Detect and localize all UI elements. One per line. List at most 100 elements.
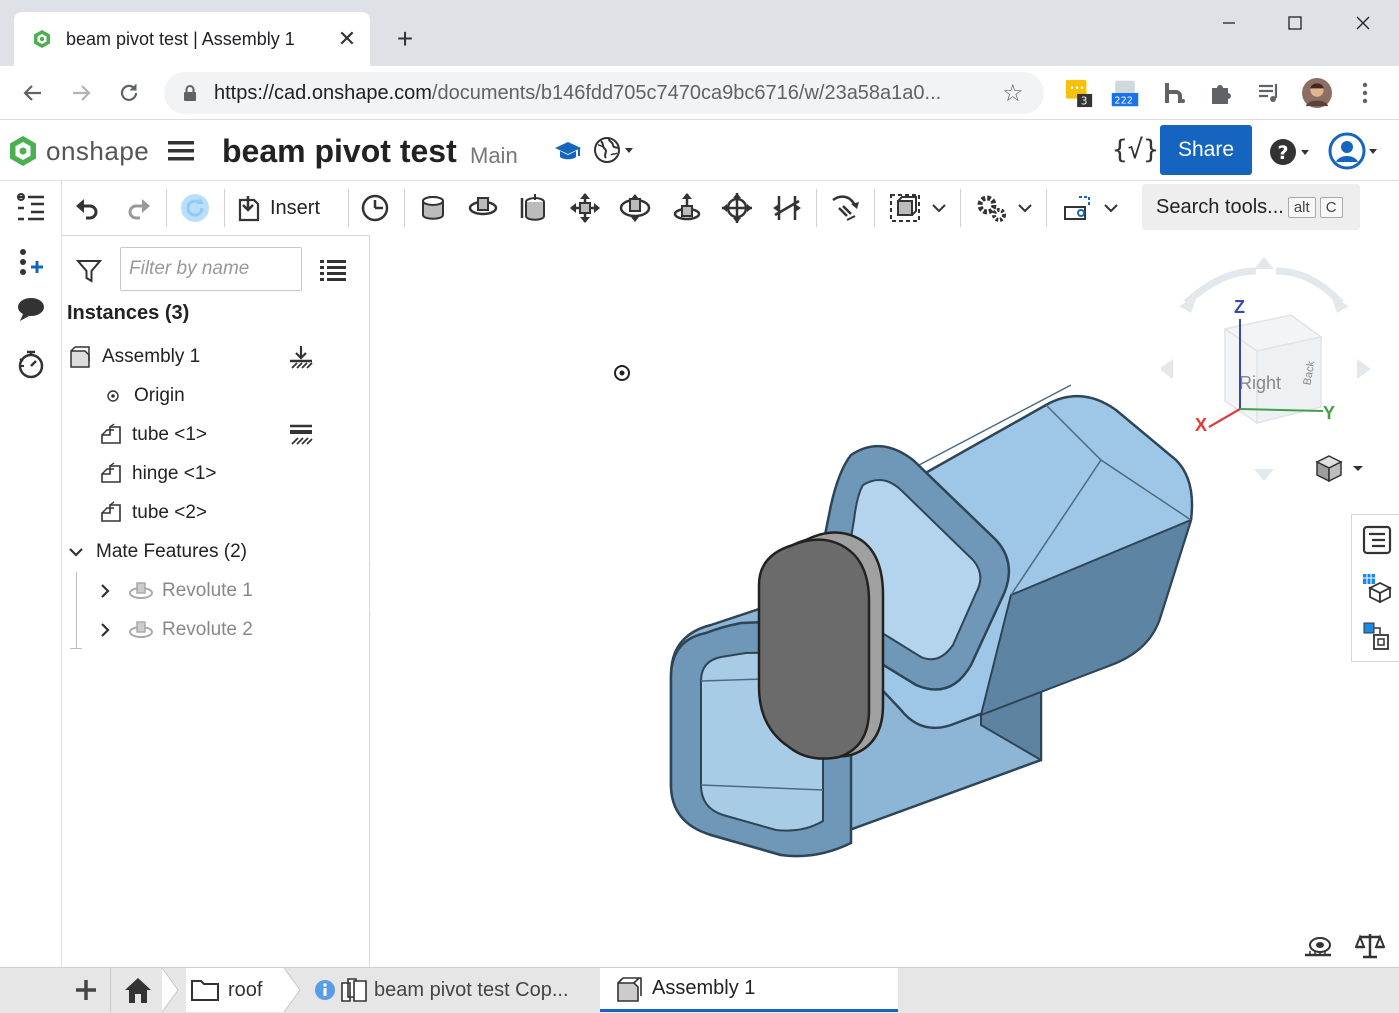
share-button[interactable]: Share bbox=[1160, 125, 1252, 175]
filter-by-name-input[interactable] bbox=[120, 247, 302, 291]
fixed-instance-icon[interactable] bbox=[288, 422, 314, 448]
assembly-toolbar: Insert Search tools... alt C bbox=[62, 181, 1399, 235]
revolute-mate-icon[interactable] bbox=[466, 190, 500, 226]
view-mode-dropdown[interactable] bbox=[1315, 453, 1367, 483]
main-menu-icon[interactable] bbox=[168, 139, 194, 163]
linked-document-label: beam pivot test Cop... bbox=[374, 978, 569, 1001]
assembly-3d-model[interactable] bbox=[651, 365, 1211, 865]
breadcrumb-separator bbox=[161, 968, 179, 1012]
explode-dropdown[interactable] bbox=[1056, 190, 1126, 226]
mate-connector-icon[interactable] bbox=[358, 190, 392, 226]
forward-icon[interactable] bbox=[64, 76, 98, 110]
graphics-viewport[interactable]: Right Back Z X Y bbox=[371, 235, 1399, 967]
svg-text:222: 222 bbox=[1114, 96, 1133, 107]
branch-label[interactable]: Main bbox=[470, 143, 518, 169]
properties-panel-icon[interactable] bbox=[1362, 525, 1392, 555]
onshape-logo-icon bbox=[10, 136, 36, 166]
onshape-logo[interactable]: onshape bbox=[8, 135, 149, 167]
pin-slot-mate-icon[interactable] bbox=[670, 190, 704, 226]
search-tools-button[interactable]: Search tools... alt C bbox=[1142, 184, 1360, 230]
help-icon[interactable]: ? bbox=[1268, 137, 1314, 167]
assembly-tab-active[interactable]: Assembly 1 bbox=[600, 968, 898, 1012]
ext-badge-3[interactable]: ••• 3 bbox=[1064, 78, 1094, 108]
exploded-view-icon bbox=[1064, 196, 1090, 220]
education-cap-icon[interactable] bbox=[554, 137, 582, 165]
svg-text:Right: Right bbox=[1239, 373, 1281, 393]
browser-tab-title: beam pivot test | Assembly 1 bbox=[66, 28, 295, 49]
mate-relation-icon[interactable] bbox=[828, 190, 862, 226]
svg-text:X: X bbox=[1195, 415, 1207, 435]
browser-tab[interactable]: beam pivot test | Assembly 1 ✕ bbox=[14, 12, 370, 66]
mate-features-title: Mate Features (2) bbox=[96, 541, 247, 562]
chevron-down-icon bbox=[932, 204, 946, 213]
mate-row-revolute-1[interactable]: Revolute 1 bbox=[96, 576, 253, 606]
media-control-icon[interactable] bbox=[1254, 78, 1284, 108]
browser-menu-icon[interactable] bbox=[1350, 78, 1380, 108]
add-tab-button[interactable] bbox=[64, 968, 108, 1012]
new-tab-icon[interactable]: + bbox=[390, 23, 420, 54]
fixed-ground-icon[interactable] bbox=[288, 344, 314, 370]
gears-dropdown[interactable] bbox=[970, 190, 1040, 226]
regenerate-icon[interactable] bbox=[176, 190, 214, 226]
cylindrical-mate-icon[interactable] bbox=[618, 190, 652, 226]
mate-features-header[interactable]: Mate Features (2) bbox=[66, 537, 247, 567]
back-icon[interactable] bbox=[16, 76, 50, 110]
mate-row-revolute-2[interactable]: Revolute 2 bbox=[96, 615, 253, 645]
view-right-arrow-icon bbox=[1357, 359, 1371, 379]
chevron-right-icon bbox=[96, 578, 114, 604]
fastened-mate-icon[interactable] bbox=[416, 190, 450, 226]
mass-properties-scale-icon[interactable] bbox=[1355, 931, 1385, 959]
insert-parts-icon[interactable] bbox=[14, 245, 48, 279]
close-tab-icon[interactable]: ✕ bbox=[332, 24, 362, 54]
undo-icon[interactable] bbox=[70, 190, 104, 226]
user-account-icon[interactable] bbox=[1328, 132, 1388, 170]
public-globe-icon[interactable] bbox=[592, 135, 640, 165]
ball-mate-icon[interactable] bbox=[720, 190, 754, 226]
instance-label: hinge <1> bbox=[132, 463, 217, 484]
close-window-icon[interactable] bbox=[1340, 8, 1386, 38]
folder-breadcrumb[interactable]: roof bbox=[186, 968, 283, 1012]
honey-extension-icon[interactable] bbox=[1160, 78, 1190, 108]
instance-row-origin[interactable]: Origin bbox=[100, 381, 185, 411]
instance-row-hinge-1[interactable]: hinge <1> bbox=[98, 459, 217, 489]
instance-row-tube-2[interactable]: tube <2> bbox=[98, 498, 207, 528]
reload-icon[interactable] bbox=[112, 76, 146, 110]
comments-icon[interactable] bbox=[14, 293, 48, 327]
documents-home-button[interactable] bbox=[114, 968, 162, 1012]
origin-marker-icon[interactable] bbox=[612, 363, 632, 383]
list-view-icon[interactable] bbox=[320, 258, 346, 282]
document-title[interactable]: beam pivot test bbox=[222, 133, 457, 170]
redo-icon[interactable] bbox=[122, 190, 156, 226]
measure-tape-icon[interactable] bbox=[1303, 935, 1333, 959]
onshape-favicon-icon bbox=[34, 30, 50, 48]
group-icon bbox=[890, 194, 920, 222]
group-dropdown[interactable] bbox=[884, 190, 954, 226]
instance-row-assembly[interactable]: Assembly 1 bbox=[68, 342, 200, 372]
bookmark-star-icon[interactable]: ☆ bbox=[1002, 79, 1032, 108]
parallel-mate-icon[interactable] bbox=[770, 190, 804, 226]
profile-avatar[interactable] bbox=[1302, 78, 1332, 108]
configurations-icon[interactable] bbox=[1362, 621, 1392, 651]
chevron-down-icon bbox=[66, 539, 86, 565]
extensions-puzzle-icon[interactable] bbox=[1206, 78, 1236, 108]
onshape-header: onshape beam pivot test Main {√} Share ? bbox=[0, 121, 1399, 181]
feature-list-icon[interactable] bbox=[14, 191, 48, 225]
planar-mate-icon[interactable] bbox=[568, 190, 602, 226]
bom-table-icon[interactable] bbox=[1362, 573, 1392, 603]
minimize-window-icon[interactable] bbox=[1206, 8, 1252, 38]
performance-timer-icon[interactable] bbox=[14, 347, 48, 381]
variables-icon[interactable]: {√} bbox=[1112, 135, 1159, 165]
insert-button[interactable]: Insert bbox=[236, 190, 332, 226]
instance-label: Origin bbox=[134, 385, 185, 406]
search-tools-label: Search tools... bbox=[1156, 195, 1284, 218]
instance-row-tube-1[interactable]: tube <1> bbox=[98, 420, 207, 450]
linked-document-tab[interactable]: beam pivot test Cop... bbox=[304, 968, 594, 1012]
address-bar[interactable]: https://cad.onshape.com/documents/b146fd… bbox=[164, 72, 1044, 114]
document-copy-icon bbox=[341, 978, 367, 1002]
view-cube[interactable]: Right Back Z X Y bbox=[1161, 251, 1381, 483]
filter-icon[interactable] bbox=[76, 258, 102, 284]
ext-badge-222[interactable]: 222 bbox=[1110, 78, 1140, 108]
maximize-window-icon[interactable] bbox=[1272, 8, 1318, 38]
chevron-down-icon bbox=[1104, 204, 1118, 213]
slider-mate-icon[interactable] bbox=[518, 190, 552, 226]
